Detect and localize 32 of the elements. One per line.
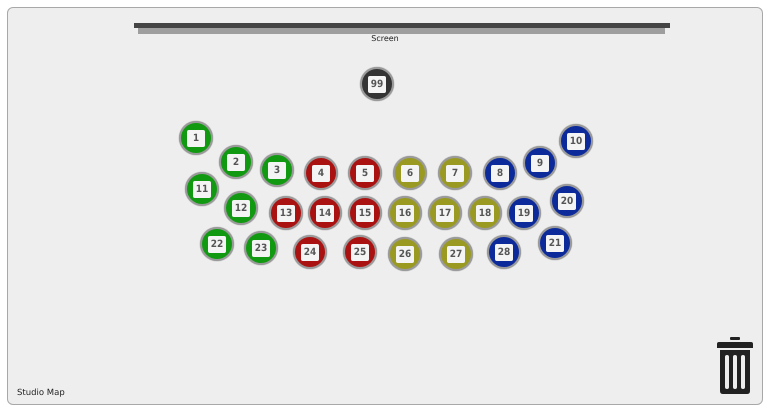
seat-button[interactable]: 10 (559, 124, 593, 158)
seat-button[interactable]: 1 (179, 121, 213, 155)
seat-button[interactable]: 19 (507, 196, 541, 230)
seat-button[interactable]: 24 (293, 235, 327, 269)
seat-button[interactable]: 12 (224, 191, 258, 225)
seat-button[interactable]: 2 (219, 145, 253, 179)
seat-button[interactable]: 6 (393, 156, 427, 190)
seat-button[interactable]: 14 (308, 196, 342, 230)
seat-button[interactable]: 23 (244, 231, 278, 265)
seat-button[interactable]: 20 (550, 184, 584, 218)
seat-button[interactable]: 3 (260, 153, 294, 187)
seat-button[interactable]: 25 (343, 235, 377, 269)
seat-button[interactable]: 13 (269, 196, 303, 230)
seat-button[interactable]: 9 (523, 146, 557, 180)
seat-button[interactable]: 15 (348, 196, 382, 230)
seat-button[interactable]: 11 (185, 172, 219, 206)
seat-button[interactable]: 18 (468, 196, 502, 230)
seat-button[interactable]: 4 (304, 156, 338, 190)
screen-label: Screen (371, 34, 399, 43)
trash-icon[interactable] (716, 337, 754, 395)
seat-button[interactable]: 16 (388, 196, 422, 230)
seat-button[interactable]: 22 (200, 227, 234, 261)
seat-button[interactable]: 8 (483, 156, 517, 190)
seat-button[interactable]: 99 (360, 67, 394, 101)
seat-button[interactable]: 17 (428, 196, 462, 230)
seat-button[interactable]: 5 (348, 156, 382, 190)
seat-button[interactable]: 21 (538, 226, 572, 260)
seat-button[interactable]: 7 (438, 156, 472, 190)
seat-button[interactable]: 28 (487, 235, 521, 269)
seat-button[interactable]: 27 (439, 237, 473, 271)
map-title: Studio Map (17, 387, 65, 400)
seat-button[interactable]: 26 (388, 237, 422, 271)
